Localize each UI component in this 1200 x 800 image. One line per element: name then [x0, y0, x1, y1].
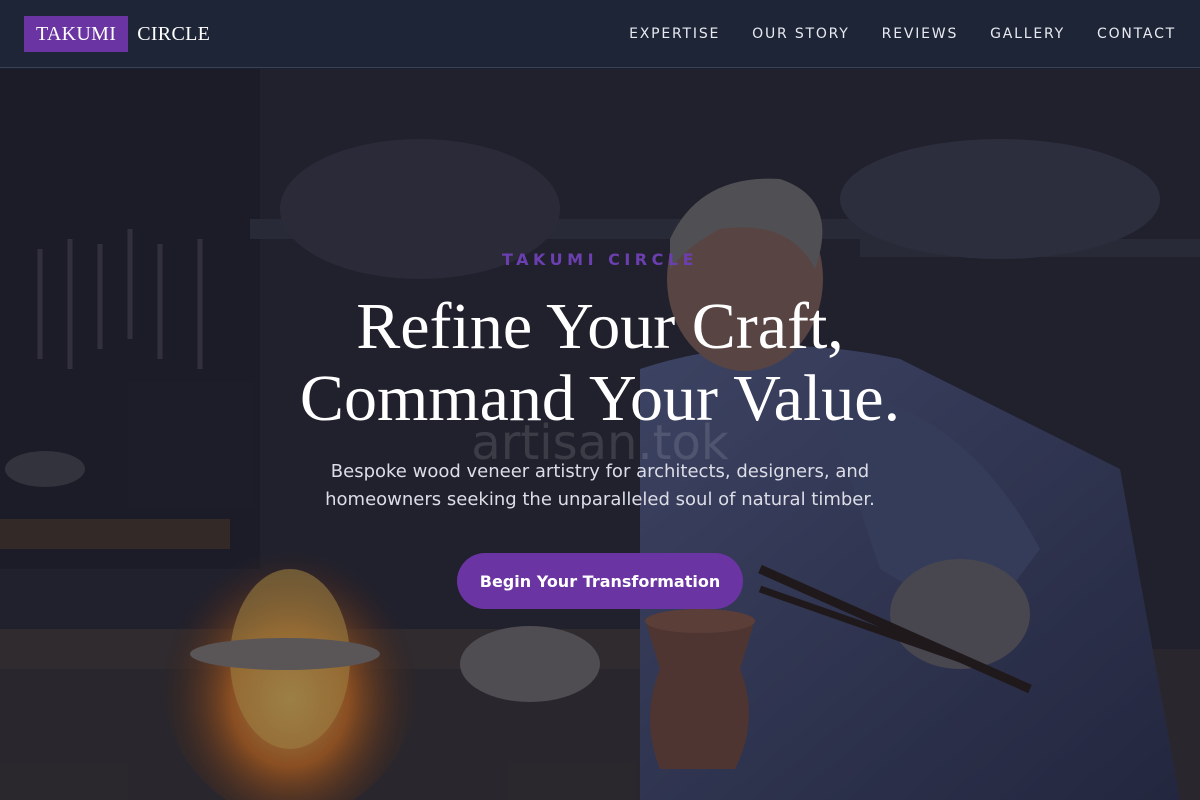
begin-transformation-button[interactable]: Begin Your Transformation: [457, 553, 743, 609]
logo-box-text: TAKUMI: [24, 16, 129, 52]
top-navigation: TAKUMI CIRCLE EXPERTISE OUR STORY REVIEW…: [0, 0, 1200, 68]
nav-link-contact[interactable]: CONTACT: [1097, 26, 1176, 42]
nav-link-expertise[interactable]: EXPERTISE: [629, 26, 720, 42]
logo-rest-text: CIRCLE: [137, 22, 211, 45]
hero-headline-line1: Refine Your Craft,: [356, 290, 844, 363]
hero-eyebrow: TAKUMI CIRCLE: [502, 250, 698, 269]
hero-headline: Refine Your Craft, Command Your Value.: [0, 291, 1200, 435]
site-logo[interactable]: TAKUMI CIRCLE: [24, 16, 210, 52]
nav-link-gallery[interactable]: GALLERY: [990, 26, 1065, 42]
hero-subtitle: Bespoke wood veneer artistry for archite…: [325, 461, 875, 510]
hero-headline-line2: Command Your Value.: [299, 362, 901, 435]
nav-link-reviews[interactable]: REVIEWS: [882, 26, 958, 42]
nav-link-our-story[interactable]: OUR STORY: [752, 26, 850, 42]
nav-links: EXPERTISE OUR STORY REVIEWS GALLERY CONT…: [629, 0, 1176, 68]
hero-section: artisan.tok TAKUMI CIRCLE Refine Your Cr…: [0, 69, 1200, 800]
